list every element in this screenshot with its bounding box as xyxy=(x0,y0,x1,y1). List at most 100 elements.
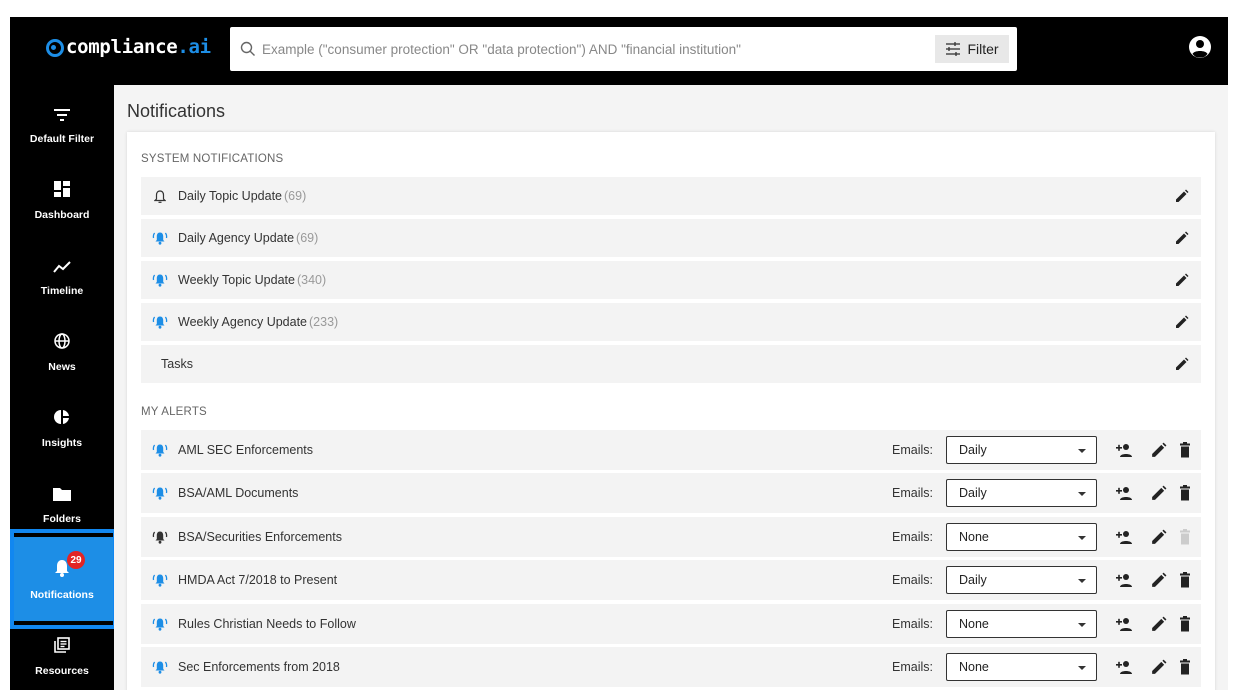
main-content: Notifications SYSTEM NOTIFICATIONS Daily… xyxy=(114,85,1228,690)
bell-ringing-icon xyxy=(150,570,170,590)
share-add-user-icon[interactable] xyxy=(1116,659,1132,675)
my-alerts-heading: MY ALERTS xyxy=(141,406,207,418)
system-notification-row[interactable]: Tasks xyxy=(141,345,1201,383)
alert-name: BSA/Securities Enforcements xyxy=(178,530,342,544)
edit-pencil-icon[interactable] xyxy=(1151,485,1167,501)
caret-down-icon xyxy=(1078,449,1086,453)
edit-pencil-icon[interactable] xyxy=(1175,357,1189,371)
edit-pencil-icon[interactable] xyxy=(1175,315,1189,329)
sidebar-item-label: Default Filter xyxy=(29,133,95,145)
emails-label: Emails: xyxy=(892,486,933,500)
search-bar: Filter xyxy=(230,27,1017,71)
bell-ringing-icon xyxy=(150,657,170,677)
edit-pencil-icon[interactable] xyxy=(1151,659,1167,675)
top-bar: compliance.ai Filter xyxy=(10,17,1228,85)
share-add-user-icon[interactable] xyxy=(1116,529,1132,545)
share-add-user-icon[interactable] xyxy=(1116,485,1132,501)
notification-name: Weekly Agency Update xyxy=(178,315,308,329)
bell-ringing-icon xyxy=(150,483,170,503)
filter-button-label: Filter xyxy=(967,41,999,57)
notification-name: Tasks xyxy=(161,357,193,371)
email-frequency-select[interactable]: None xyxy=(946,653,1097,681)
alert-row[interactable]: Rules Christian Needs to Follow Emails: No… xyxy=(141,604,1201,644)
bell-ringing-icon xyxy=(150,270,170,290)
trash-icon[interactable] xyxy=(1177,572,1193,588)
bell-outline-icon xyxy=(150,186,170,206)
alert-name: Sec Enforcements from 2018 xyxy=(178,660,340,674)
email-frequency-value: None xyxy=(959,530,989,544)
share-add-user-icon[interactable] xyxy=(1116,616,1132,632)
dashboard-icon xyxy=(54,167,70,197)
bell-ringing-icon xyxy=(150,527,170,547)
edit-pencil-icon[interactable] xyxy=(1151,616,1167,632)
edit-pencil-icon[interactable] xyxy=(1151,442,1167,458)
emails-label: Emails: xyxy=(892,660,933,674)
notification-count: (233) xyxy=(309,315,339,329)
bell-ringing-icon xyxy=(150,440,170,460)
trash-icon[interactable] xyxy=(1177,442,1193,458)
globe-icon xyxy=(54,319,70,349)
trash-icon[interactable] xyxy=(1177,529,1193,545)
system-notification-row[interactable]: Weekly Agency Update (233) xyxy=(141,303,1201,341)
email-frequency-value: None xyxy=(959,617,989,631)
sidebar-item-default-filter[interactable]: Default Filter xyxy=(10,85,114,161)
selection-highlight xyxy=(10,529,117,629)
alert-row[interactable]: Sec Enforcements from 2018 Emails: None xyxy=(141,647,1201,687)
sidebar-item-label: Dashboard xyxy=(34,209,90,221)
caret-down-icon xyxy=(1078,492,1086,496)
email-frequency-select[interactable]: Daily xyxy=(946,479,1097,507)
caret-down-icon xyxy=(1078,536,1086,540)
caret-down-icon xyxy=(1078,623,1086,627)
edit-pencil-icon[interactable] xyxy=(1151,529,1167,545)
search-input[interactable] xyxy=(262,41,952,57)
sidebar-item-insights[interactable]: Insights xyxy=(10,389,114,465)
trash-icon[interactable] xyxy=(1177,659,1193,675)
edit-pencil-icon[interactable] xyxy=(1175,231,1189,245)
alert-row[interactable]: BSA/AML Documents Emails: Daily xyxy=(141,473,1201,513)
account-avatar-icon[interactable] xyxy=(1188,35,1212,59)
notification-count: (69) xyxy=(296,231,319,245)
bell-ringing-icon xyxy=(150,312,170,332)
edit-pencil-icon[interactable] xyxy=(1175,189,1189,203)
email-frequency-value: None xyxy=(959,660,989,674)
notification-name: Daily Agency Update xyxy=(178,231,295,245)
email-frequency-select[interactable]: Daily xyxy=(946,436,1097,464)
notification-name: Daily Topic Update xyxy=(178,189,282,203)
email-frequency-select[interactable]: Daily xyxy=(946,566,1097,594)
email-frequency-value: Daily xyxy=(959,443,987,457)
alert-name: AML SEC Enforcements xyxy=(178,443,314,457)
alert-row[interactable]: HMDA Act 7/2018 to Present Emails: Daily xyxy=(141,560,1201,600)
email-frequency-value: Daily xyxy=(959,486,987,500)
share-add-user-icon[interactable] xyxy=(1116,442,1132,458)
sidebar-item-dashboard[interactable]: Dashboard xyxy=(10,161,114,237)
alert-row[interactable]: BSA/Securities Enforcements Emails: None xyxy=(141,517,1201,557)
email-frequency-select[interactable]: None xyxy=(946,610,1097,638)
sidebar-item-news[interactable]: News xyxy=(10,313,114,389)
trash-icon[interactable] xyxy=(1177,616,1193,632)
edit-pencil-icon[interactable] xyxy=(1151,572,1167,588)
timeline-icon xyxy=(53,243,71,273)
logo-mark-icon xyxy=(46,39,64,57)
system-notification-row[interactable]: Daily Topic Update (69) xyxy=(141,177,1201,215)
logo[interactable]: compliance.ai xyxy=(46,33,211,61)
sidebar-item-timeline[interactable]: Timeline xyxy=(10,237,114,313)
folder-icon xyxy=(53,471,71,501)
page-title: Notifications xyxy=(127,101,226,121)
edit-pencil-icon[interactable] xyxy=(1175,273,1189,287)
share-add-user-icon[interactable] xyxy=(1116,572,1132,588)
bell-ringing-icon xyxy=(150,228,170,248)
caret-down-icon xyxy=(1078,579,1086,583)
filter-button[interactable]: Filter xyxy=(935,35,1009,63)
emails-label: Emails: xyxy=(892,530,933,544)
emails-label: Emails: xyxy=(892,573,933,587)
sidebar-item-label: Folders xyxy=(43,513,81,525)
logo-text: compliance.ai xyxy=(66,36,211,58)
system-notification-row[interactable]: Daily Agency Update (69) xyxy=(141,219,1201,257)
alert-row[interactable]: AML SEC Enforcements Emails: Daily xyxy=(141,430,1201,470)
system-notification-row[interactable]: Weekly Topic Update (340) xyxy=(141,261,1201,299)
notification-count: (340) xyxy=(296,273,327,287)
notification-count: (69) xyxy=(284,189,307,203)
trash-icon[interactable] xyxy=(1177,485,1193,501)
email-frequency-value: Daily xyxy=(959,573,987,587)
email-frequency-select[interactable]: None xyxy=(946,523,1097,551)
